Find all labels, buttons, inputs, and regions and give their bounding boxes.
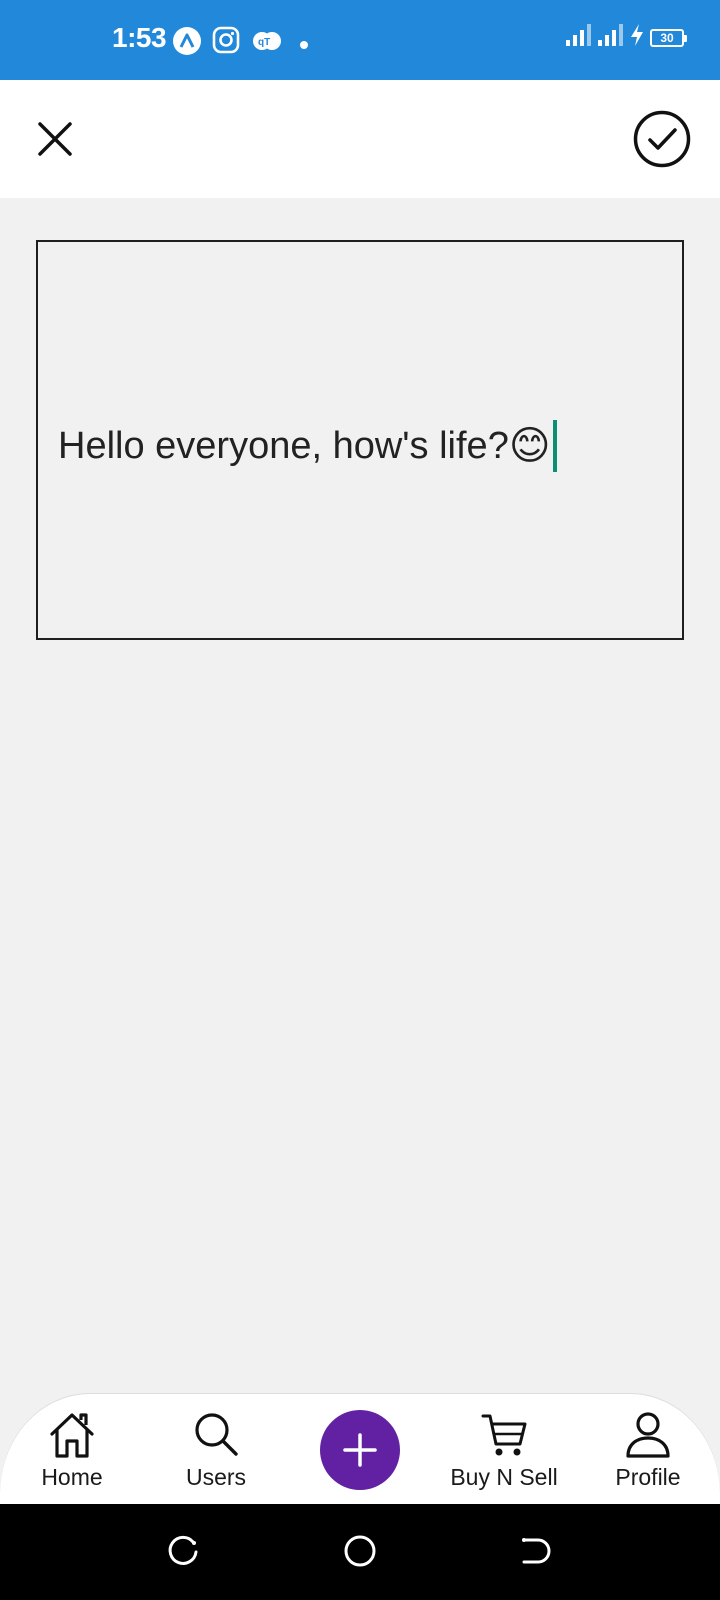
nav-label-buy-n-sell: Buy N Sell: [450, 1464, 558, 1490]
app-a-icon: [172, 26, 202, 61]
chat-icon: qT: [252, 30, 282, 57]
plus-icon: [343, 1433, 377, 1467]
editor-content[interactable]: Hello everyone, how's life? 😊: [58, 420, 557, 472]
home-icon: [50, 1413, 94, 1458]
editor-text: Hello everyone, how's life?: [58, 424, 509, 467]
recent-apps-icon[interactable]: [166, 1534, 200, 1573]
smiling-face-emoji: 😊: [508, 424, 551, 468]
system-navigation-bar: [0, 1504, 720, 1600]
status-bar: 1:53 qT 30: [0, 0, 720, 80]
charging-icon: [630, 24, 644, 51]
nav-label-users: Users: [185, 1464, 247, 1490]
nav-item-home[interactable]: Home: [0, 1394, 144, 1504]
close-icon: [38, 122, 72, 156]
instagram-icon: [212, 26, 240, 59]
battery-level: 30: [660, 30, 674, 45]
check-circle-icon: [633, 110, 691, 168]
text-caret: [552, 420, 557, 472]
bottom-navigation: Home Users Buy N Sell Profile: [0, 1394, 720, 1504]
notification-dot-icon: [300, 36, 308, 54]
status-time: 1:53: [112, 22, 167, 53]
nav-label-home: Home: [41, 1464, 103, 1490]
battery-icon: 30: [650, 28, 687, 47]
create-post-button[interactable]: [320, 1410, 400, 1490]
top-action-bar: [0, 80, 720, 198]
status-right: 30: [566, 24, 687, 51]
confirm-button[interactable]: [632, 109, 692, 169]
search-icon: [195, 1413, 238, 1456]
home-button-icon[interactable]: [343, 1534, 377, 1573]
signal-icon: [598, 24, 624, 51]
nav-item-users[interactable]: Users: [144, 1394, 288, 1504]
close-button[interactable]: [30, 114, 80, 164]
signal-icon: [566, 24, 592, 51]
nav-item-profile[interactable]: Profile: [576, 1394, 720, 1504]
svg-text:qT: qT: [258, 37, 270, 48]
nav-item-buy-n-sell[interactable]: Buy N Sell: [432, 1394, 576, 1504]
back-icon[interactable]: [518, 1534, 552, 1573]
person-icon: [626, 1412, 670, 1458]
cart-icon: [481, 1414, 527, 1456]
nav-label-profile: Profile: [615, 1464, 681, 1490]
post-text-editor[interactable]: Hello everyone, how's life? 😊: [36, 240, 684, 640]
